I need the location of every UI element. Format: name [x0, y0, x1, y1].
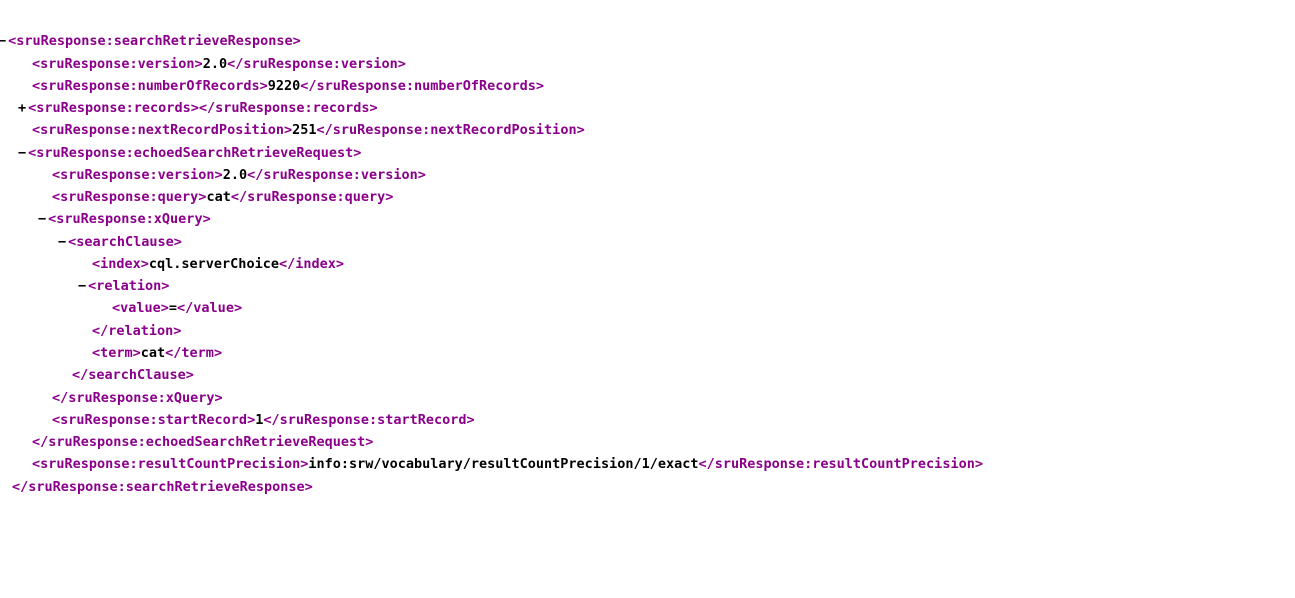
xml-line: </relation>: [12, 320, 1283, 342]
xml-line: <index>cql.serverChoice</index>: [12, 253, 1283, 275]
xml-line: −<relation>: [12, 275, 1283, 297]
xml-line: <value>=</value>: [12, 297, 1283, 319]
xml-line: </sruResponse:xQuery>: [12, 387, 1283, 409]
xml-line: <sruResponse:nextRecordPosition>251</sru…: [12, 119, 1283, 141]
xml-viewer: −<sruResponse:searchRetrieveResponse><sr…: [12, 8, 1283, 498]
xml-line: </sruResponse:echoedSearchRetrieveReques…: [12, 431, 1283, 453]
xml-line: <sruResponse:numberOfRecords>9220</sruRe…: [12, 75, 1283, 97]
xml-line: </sruResponse:searchRetrieveResponse>: [12, 476, 1283, 498]
xml-line: </searchClause>: [12, 364, 1283, 386]
xml-line: −<searchClause>: [12, 231, 1283, 253]
xml-line: <sruResponse:query>cat</sruResponse:quer…: [12, 186, 1283, 208]
xml-line: <sruResponse:version>2.0</sruResponse:ve…: [12, 53, 1283, 75]
xml-line: <sruResponse:version>2.0</sruResponse:ve…: [12, 164, 1283, 186]
xml-line: −<sruResponse:echoedSearchRetrieveReques…: [12, 142, 1283, 164]
xml-line: +<sruResponse:records></sruResponse:reco…: [12, 97, 1283, 119]
xml-line: <term>cat</term>: [12, 342, 1283, 364]
xml-line: <sruResponse:startRecord>1</sruResponse:…: [12, 409, 1283, 431]
xml-line: −<sruResponse:xQuery>: [12, 208, 1283, 230]
xml-line: −<sruResponse:searchRetrieveResponse>: [12, 30, 1283, 52]
xml-line: <sruResponse:resultCountPrecision>info:s…: [12, 453, 1283, 475]
